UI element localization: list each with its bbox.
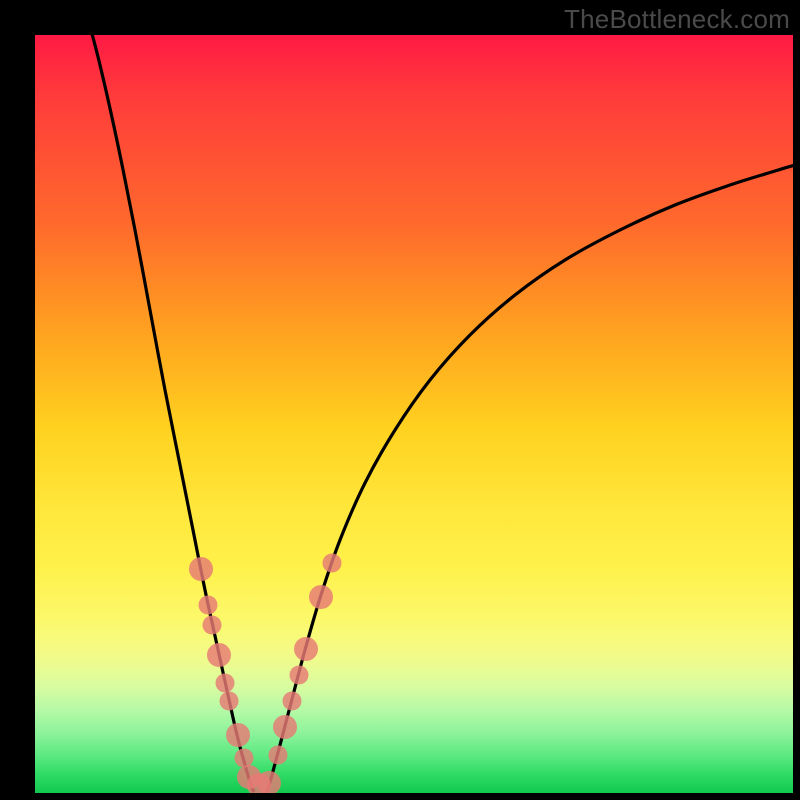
data-marker bbox=[199, 596, 218, 615]
data-marker bbox=[216, 674, 235, 693]
data-marker bbox=[189, 557, 213, 581]
curves-svg bbox=[35, 35, 793, 793]
data-marker bbox=[290, 666, 309, 685]
data-marker bbox=[283, 692, 302, 711]
data-marker bbox=[294, 637, 318, 661]
data-marker bbox=[309, 585, 333, 609]
data-marker bbox=[323, 554, 342, 573]
right-curve bbox=[267, 165, 793, 792]
data-marker bbox=[235, 749, 254, 768]
watermark-text: TheBottleneck.com bbox=[564, 4, 790, 35]
data-marker bbox=[269, 746, 288, 765]
data-marker bbox=[220, 692, 239, 711]
data-marker bbox=[203, 616, 222, 635]
plot-area bbox=[35, 35, 793, 793]
data-marker bbox=[273, 715, 297, 739]
outer-frame: TheBottleneck.com bbox=[0, 0, 800, 800]
data-marker bbox=[226, 723, 250, 747]
data-marker bbox=[207, 643, 231, 667]
markers-group bbox=[189, 554, 342, 794]
